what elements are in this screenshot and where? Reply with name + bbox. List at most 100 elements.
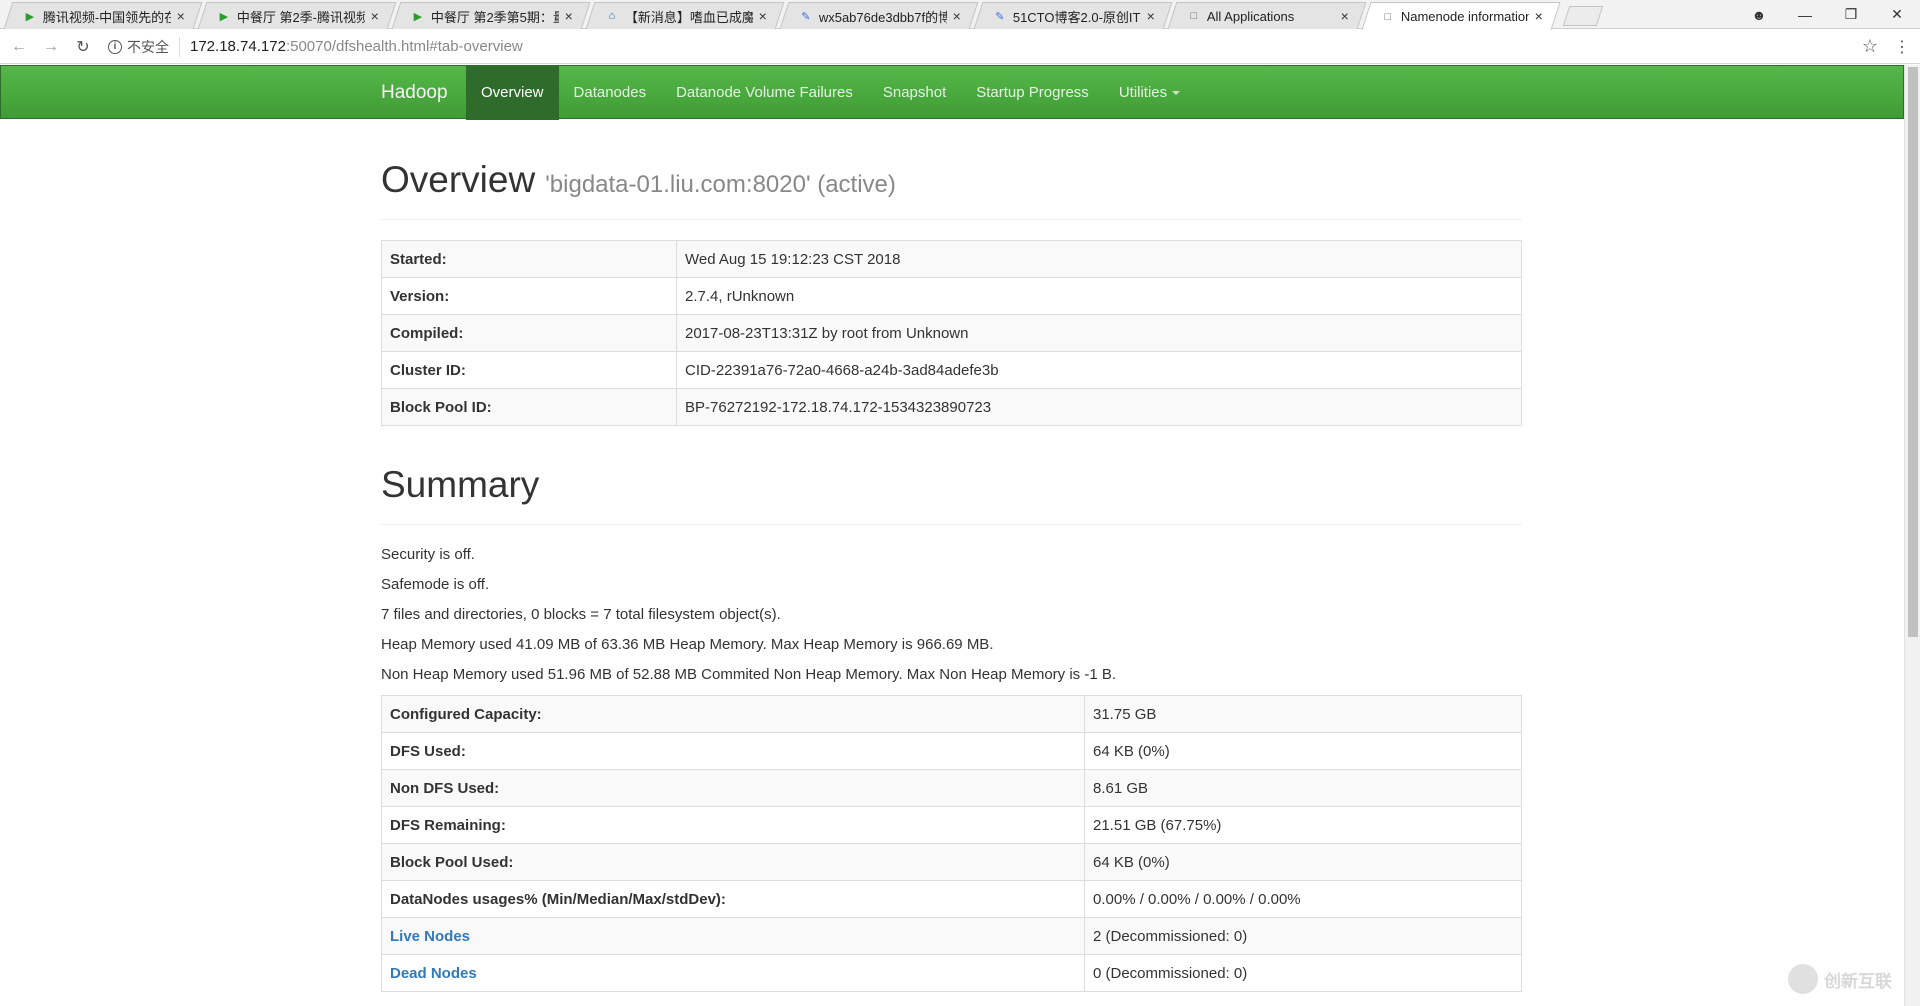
new-tab-button[interactable] (1562, 6, 1604, 26)
watermark-text: 创新互联 (1824, 971, 1892, 991)
row-key: Compiled: (381, 314, 677, 352)
browser-tab[interactable]: ▶ 中餐厅 第2季第5期：量子 × (391, 2, 591, 29)
table-row: DataNodes usages% (Min/Median/Max/stdDev… (381, 880, 1522, 918)
play-icon: ▶ (219, 10, 229, 23)
tab-title: All Applications (1206, 8, 1295, 24)
summary-line: Heap Memory used 41.09 MB of 63.36 MB He… (381, 636, 994, 653)
row-value: 31.75 GB (1084, 695, 1522, 733)
play-icon: ▶ (413, 10, 423, 23)
tab-close-icon[interactable]: × (1147, 8, 1155, 24)
table-row: DFS Remaining: 21.51 GB (67.75%) (381, 806, 1522, 844)
nav-item-startup-progress[interactable]: Startup Progress (961, 66, 1104, 120)
tab-title: 51CTO博客2.0-原创IT技 (1012, 9, 1141, 25)
row-value: 64 KB (0%) (1084, 732, 1522, 770)
nav-item-overview[interactable]: Overview (466, 66, 559, 120)
browser-tab[interactable]: ✎ 51CTO博客2.0-原创IT技 × (973, 2, 1173, 29)
row-key: Block Pool ID: (381, 388, 677, 426)
page-title: Overview (381, 159, 536, 200)
reload-icon[interactable]: ↻ (70, 34, 96, 60)
tab-close-icon[interactable]: × (565, 8, 573, 24)
menu-icon[interactable]: ⋮ (1894, 37, 1910, 57)
security-indicator[interactable]: i 不安全 (108, 36, 180, 57)
summary-line: Security is off. (381, 546, 475, 563)
row-value: Wed Aug 15 19:12:23 CST 2018 (676, 240, 1522, 278)
scrollbar-thumb[interactable] (1908, 67, 1918, 637)
nav-item-datanodes[interactable]: Datanodes (559, 66, 662, 120)
maximize-icon[interactable]: ❐ (1828, 0, 1874, 29)
nav-item-label: Datanodes (573, 84, 647, 101)
browser-tab[interactable]: ⌂ 【新消息】嗜血已成魔的 × (585, 2, 785, 29)
row-value: 0 (Decommissioned: 0) (1084, 954, 1522, 992)
security-label: 不安全 (127, 38, 169, 55)
browser-tab[interactable]: ✎ wx5ab76de3dbb7f的博 × (779, 2, 979, 29)
page-scrollbar[interactable] (1904, 65, 1920, 1006)
row-value: 64 KB (0%) (1084, 843, 1522, 881)
row-key: Configured Capacity: (381, 695, 1085, 733)
nav-item-snapshot[interactable]: Snapshot (868, 66, 961, 120)
nav-item-utilities[interactable]: Utilities (1104, 66, 1195, 120)
tab-title: 【新消息】嗜血已成魔的 (624, 9, 753, 25)
url-path: :50070/dfshealth.html#tab-overview (285, 38, 523, 55)
info-icon: i (108, 39, 122, 54)
browser-tab[interactable]: □ All Applications × (1167, 2, 1367, 29)
row-key: Block Pool Used: (381, 843, 1085, 881)
browser-tab[interactable]: ▶ 中餐厅 第2季-腾讯视频 × (197, 2, 397, 29)
table-row: Non DFS Used: 8.61 GB (381, 769, 1522, 807)
summary-line: 7 files and directories, 0 blocks = 7 to… (381, 606, 781, 623)
back-icon[interactable]: ← (6, 34, 32, 60)
row-key: Started: (381, 240, 677, 278)
close-window-icon[interactable]: ✕ (1874, 0, 1920, 29)
row-value: 8.61 GB (1084, 769, 1522, 807)
nodes-link[interactable]: Dead Nodes (390, 965, 477, 982)
nav-item-label: Startup Progress (976, 84, 1089, 101)
tab-close-icon[interactable]: × (177, 8, 185, 24)
nodes-link[interactable]: Live Nodes (390, 928, 470, 945)
row-value: 21.51 GB (67.75%) (1084, 806, 1522, 844)
profile-icon[interactable]: ☻ (1736, 0, 1782, 29)
row-key: DataNodes usages% (Min/Median/Max/stdDev… (381, 880, 1085, 918)
tab-close-icon[interactable]: × (371, 8, 379, 24)
table-row: Configured Capacity: 31.75 GB (381, 695, 1522, 733)
overview-table: Started: Wed Aug 15 19:12:23 CST 2018 Vers… (381, 240, 1522, 426)
tab-close-icon[interactable]: × (1535, 8, 1543, 24)
table-row: Block Pool ID: BP-76272192-172.18.74.172-… (381, 388, 1522, 426)
home-icon: ⌂ (608, 10, 616, 22)
row-key: Dead Nodes (381, 954, 1085, 992)
table-row: Block Pool Used: 64 KB (0%) (381, 843, 1522, 881)
tab-close-icon[interactable]: × (1341, 8, 1349, 24)
tab-close-icon[interactable]: × (759, 8, 767, 24)
browser-tab[interactable]: □ Namenode information × (1361, 2, 1561, 30)
row-key: DFS Used: (381, 732, 1085, 770)
table-row: Compiled: 2017-08-23T13:31Z by root from … (381, 314, 1522, 352)
summary-line: Non Heap Memory used 51.96 MB of 52.88 M… (381, 666, 1117, 683)
page-icon: □ (1190, 10, 1198, 22)
minimize-icon[interactable]: — (1782, 0, 1828, 29)
play-icon: ▶ (25, 10, 35, 23)
bookmark-star-icon[interactable]: ☆ (1862, 36, 1878, 57)
row-value: 2 (Decommissioned: 0) (1084, 917, 1522, 955)
nav-item-datanode-volume-failures[interactable]: Datanode Volume Failures (661, 66, 868, 120)
url-input[interactable]: i 不安全 172.18.74.172:50070/dfshealth.html… (108, 34, 1854, 60)
forward-icon[interactable]: → (38, 34, 64, 60)
browser-tab[interactable]: ▶ 腾讯视频-中国领先的在线 × (3, 2, 203, 29)
summary-text: Security is off. Safemode is off. 7 files … (381, 545, 1522, 695)
edit-icon: ✎ (801, 10, 811, 23)
row-key: Non DFS Used: (381, 769, 1085, 807)
tab-title: Namenode information (1400, 9, 1529, 24)
row-key: Live Nodes (381, 917, 1085, 955)
row-key: DFS Remaining: (381, 806, 1085, 844)
tab-close-icon[interactable]: × (953, 8, 961, 24)
table-row: Cluster ID: CID-22391a76-72a0-4668-a24b-3… (381, 351, 1522, 389)
tab-title: wx5ab76de3dbb7f的博 (818, 9, 947, 25)
row-value: 2.7.4, rUnknown (676, 277, 1522, 315)
summary-title: Summary (381, 464, 1522, 525)
table-row: Dead Nodes 0 (Decommissioned: 0) (381, 954, 1522, 992)
address-bar: ← → ↻ i 不安全 172.18.74.172:50070/dfshealt… (0, 30, 1920, 64)
row-key: Version: (381, 277, 677, 315)
table-row: Live Nodes 2 (Decommissioned: 0) (381, 917, 1522, 955)
row-value: CID-22391a76-72a0-4668-a24b-3ad84adefe3b (676, 351, 1522, 389)
navbar-brand[interactable]: Hadoop (381, 66, 462, 120)
table-row: DFS Used: 64 KB (0%) (381, 732, 1522, 770)
tab-title: 腾讯视频-中国领先的在线 (42, 9, 171, 25)
url-host: 172.18.74.172 (190, 38, 286, 55)
